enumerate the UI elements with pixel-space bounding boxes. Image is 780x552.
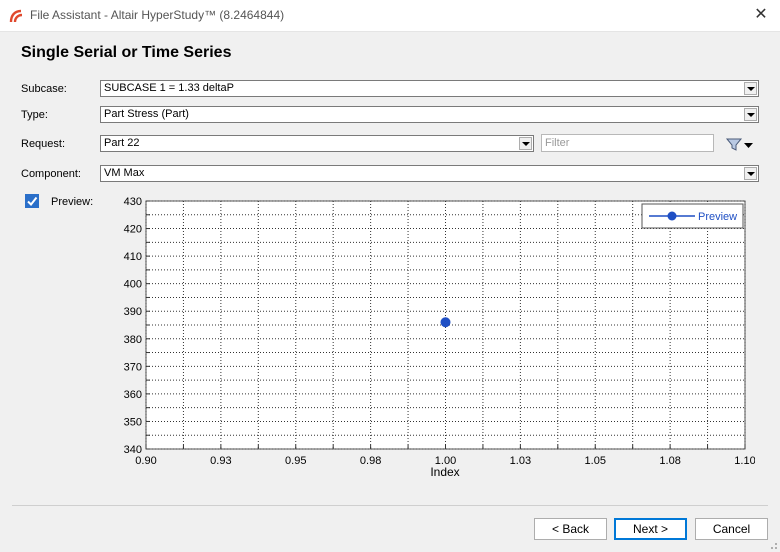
component-value: VM Max (104, 167, 145, 179)
y-tick-label: 420 (124, 224, 142, 236)
window-title: File Assistant - Altair HyperStudy™ (8.2… (30, 8, 285, 22)
data-point-preview (440, 317, 451, 328)
x-tick-label: 0.95 (285, 455, 306, 467)
data-points (440, 317, 451, 328)
x-tick-label: 1.05 (585, 455, 606, 467)
x-tick-label: 1.08 (659, 455, 680, 467)
subcase-label: Subcase: (21, 83, 67, 95)
back-button[interactable]: < Back (534, 518, 607, 540)
y-tick-label: 430 (124, 196, 142, 208)
y-tick-label: 370 (124, 361, 142, 373)
subcase-value: SUBCASE 1 = 1.33 deltaP (104, 82, 234, 94)
request-value: Part 22 (104, 137, 140, 149)
x-tick-label: 1.10 (734, 455, 755, 467)
chart-legend: Preview (641, 203, 744, 229)
type-value: Part Stress (Part) (104, 108, 189, 120)
page-title: Single Serial or Time Series (21, 44, 232, 61)
y-tick-label: 410 (124, 251, 142, 263)
x-tick-label: 0.93 (210, 455, 231, 467)
legend-label: Preview (698, 211, 737, 223)
preview-checkbox[interactable] (25, 194, 39, 208)
cancel-button[interactable]: Cancel (695, 518, 768, 540)
chevron-down-icon[interactable] (744, 82, 757, 95)
component-label: Component: (21, 168, 81, 180)
x-tick-label: 0.98 (360, 455, 381, 467)
type-label: Type: (21, 109, 48, 121)
x-tick-label: 1.03 (510, 455, 531, 467)
chevron-down-icon[interactable] (744, 108, 757, 121)
altair-logo-icon (9, 9, 23, 23)
footer-separator (12, 505, 768, 506)
preview-chart: 4304204104003903803703603503400.90 0.93 0.… (124, 196, 755, 479)
chevron-down-icon[interactable] (744, 167, 757, 180)
filter-field[interactable] (541, 134, 714, 152)
close-button[interactable]: ✕ (748, 3, 774, 27)
y-tick-label: 380 (124, 334, 142, 346)
legend-marker (667, 211, 677, 221)
next-button[interactable]: Next > (614, 518, 687, 540)
filter-input[interactable] (545, 136, 710, 150)
y-tick-label: 400 (124, 279, 142, 291)
checkmark-icon (27, 196, 38, 207)
resize-grip-icon[interactable] (768, 540, 778, 550)
request-dropdown[interactable]: Part 22 (100, 135, 534, 152)
preview-label: Preview: (51, 196, 94, 208)
title-bar: File Assistant - Altair HyperStudy™ (8.2… (0, 0, 780, 32)
y-tick-label: 350 (124, 416, 142, 428)
component-dropdown[interactable]: VM Max (100, 165, 759, 182)
filter-funnel-icon[interactable] (724, 136, 758, 152)
chevron-down-icon[interactable] (519, 137, 532, 150)
close-icon: ✕ (754, 6, 768, 23)
request-label: Request: (21, 138, 66, 150)
y-tick-label: 390 (124, 306, 142, 318)
x-tick-label: 0.90 (135, 455, 156, 467)
y-tick-label: 360 (124, 389, 142, 401)
subcase-dropdown[interactable]: SUBCASE 1 = 1.33 deltaP (100, 80, 759, 97)
type-dropdown[interactable]: Part Stress (Part) (100, 106, 759, 123)
x-axis-label: Index (430, 465, 459, 479)
